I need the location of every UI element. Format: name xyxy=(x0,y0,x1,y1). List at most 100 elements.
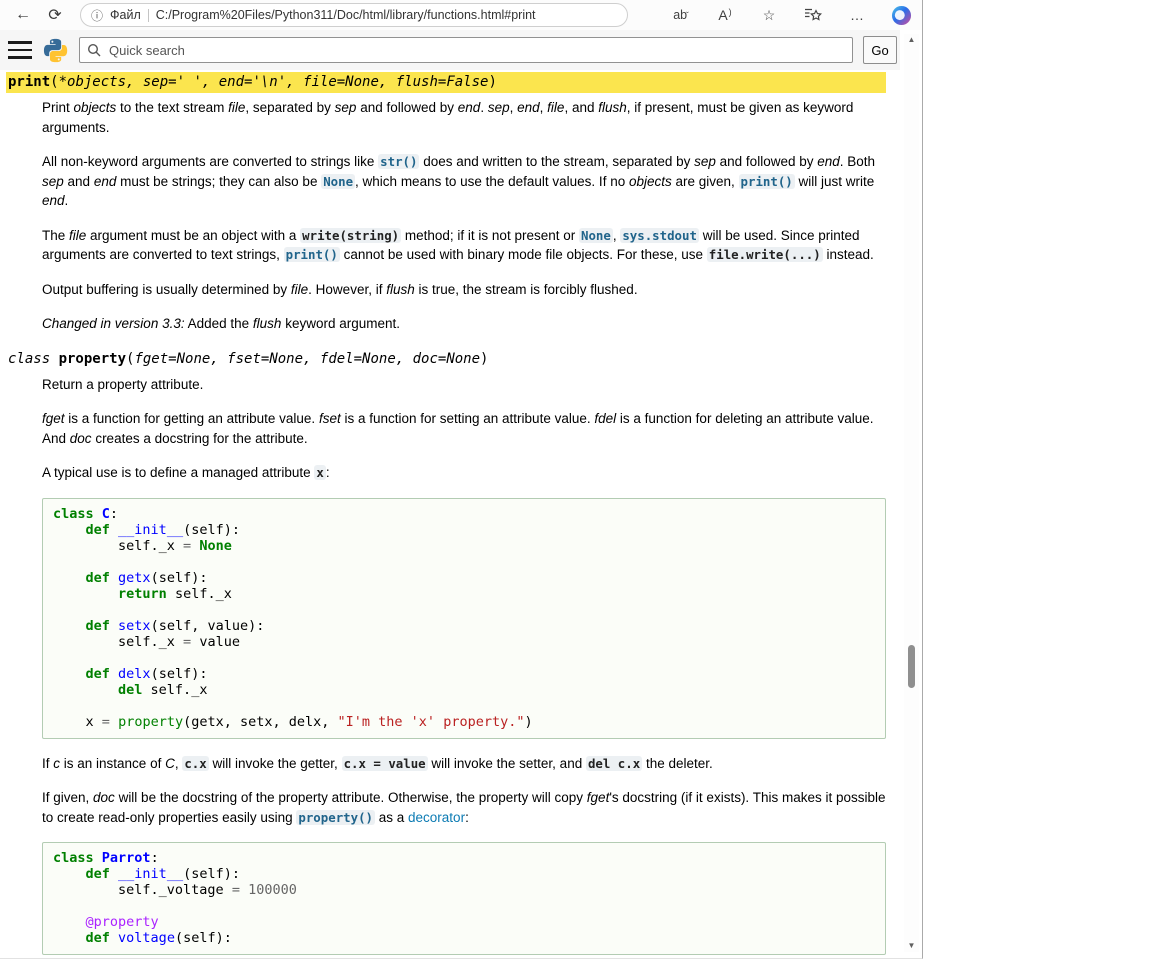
text-span: Return a property attribute. xyxy=(42,377,203,392)
text-span: will be the docstring of the property at… xyxy=(115,790,587,805)
collections-icon[interactable] xyxy=(803,4,823,26)
text-span: file xyxy=(291,282,308,297)
text-span: fset xyxy=(319,411,341,426)
text-span: ( xyxy=(50,74,58,90)
favorite-star-icon[interactable]: ☆ xyxy=(759,4,779,26)
text-span: class xyxy=(8,351,59,367)
more-menu-icon[interactable]: … xyxy=(847,4,867,26)
text-span: ) xyxy=(480,351,488,367)
text-span: property xyxy=(59,351,126,367)
text-span: argument must be an object with a xyxy=(86,228,300,243)
text-span: : xyxy=(326,465,330,480)
code-line: def voltage(self): xyxy=(53,930,875,946)
code-line xyxy=(53,602,875,618)
paragraph: All non-keyword arguments are converted … xyxy=(42,152,886,211)
print-function-entry: print(*objects, sep=' ', end='\n', file=… xyxy=(6,72,886,334)
text-span: is true, the stream is forcibly flushed. xyxy=(415,282,638,297)
translate-icon[interactable]: abˇ xyxy=(671,4,691,26)
text-span: fdel xyxy=(594,411,616,426)
paragraph: A typical use is to define a managed att… xyxy=(42,463,886,483)
code-line: def __init__(self): xyxy=(53,522,875,538)
text-span: instead. xyxy=(823,247,874,262)
back-button[interactable]: ← xyxy=(10,3,36,27)
go-button[interactable]: Go xyxy=(863,36,897,64)
text-span: write(string) xyxy=(300,228,401,243)
url-text: C:/Program%20Files/Python311/Doc/html/li… xyxy=(156,8,536,22)
text-span: *objects, sep=' ', end='\n', file=None, … xyxy=(59,74,489,90)
code-line: def getx(self): xyxy=(53,570,875,586)
text-span: end xyxy=(94,174,117,189)
text-span: del c.x xyxy=(586,756,642,771)
code-line: class C: xyxy=(53,506,875,522)
text-span: Output buffering is usually determined b… xyxy=(42,282,291,297)
copilot-icon[interactable] xyxy=(891,4,912,26)
code-line: self._x = value xyxy=(53,634,875,650)
text-span: doc xyxy=(93,790,115,805)
inline-code-link[interactable]: None xyxy=(579,228,613,243)
paragraph: If c is an instance of C, c.x will invok… xyxy=(42,754,886,774)
text-span: and followed by xyxy=(356,100,457,115)
text-span: file xyxy=(547,100,564,115)
inline-code-link[interactable]: None xyxy=(321,174,355,189)
read-aloud-icon[interactable]: A) xyxy=(715,4,735,26)
code-block-class-parrot: class Parrot: def __init__(self): self._… xyxy=(42,842,886,955)
code-line: del self._x xyxy=(53,682,875,698)
inline-code-link[interactable]: str() xyxy=(378,154,419,169)
text-span: and xyxy=(64,174,94,189)
text-span: cannot be used with binary mode file obj… xyxy=(340,247,707,262)
text-span: The xyxy=(42,228,69,243)
text-span: If given, xyxy=(42,790,93,805)
text-span: is a function for getting an attribute v… xyxy=(65,411,319,426)
scrollbar-thumb[interactable] xyxy=(908,645,915,688)
text-span: print xyxy=(8,74,50,90)
text-span: objects xyxy=(629,174,672,189)
text-span: does and written to the stream, separate… xyxy=(419,154,694,169)
scroll-down-button[interactable]: ▼ xyxy=(904,940,919,952)
code-line: def delx(self): xyxy=(53,666,875,682)
python-logo[interactable] xyxy=(42,37,69,64)
hamburger-bar xyxy=(8,41,32,44)
hamburger-menu-icon[interactable] xyxy=(8,41,32,59)
text-span: c xyxy=(53,756,60,771)
text-span: will just write xyxy=(795,174,875,189)
vertical-scrollbar[interactable]: ▲ ▼ xyxy=(904,34,919,952)
inline-code-link[interactable]: property() xyxy=(296,810,375,825)
text-span: C xyxy=(165,756,175,771)
inline-code-link[interactable]: sys.stdout xyxy=(620,228,699,243)
text-link[interactable]: decorator xyxy=(408,810,465,825)
text-span: c.x = value xyxy=(342,756,428,771)
paragraph: The file argument must be an object with… xyxy=(42,226,886,265)
inline-code-link[interactable]: print() xyxy=(739,174,795,189)
page-info-icon[interactable]: ⓘ xyxy=(91,7,103,24)
scrollbar-track[interactable] xyxy=(904,46,919,940)
text-span: sep xyxy=(694,154,716,169)
text-span: method; if it is not present or xyxy=(401,228,579,243)
code-block-class-c: class C: def __init__(self): self._x = N… xyxy=(42,498,886,739)
search-box xyxy=(79,37,853,63)
code-line: def setx(self, value): xyxy=(53,618,875,634)
inline-code-link[interactable]: print() xyxy=(284,247,340,262)
search-input[interactable] xyxy=(107,42,845,59)
text-span: All non-keyword arguments are converted … xyxy=(42,154,378,169)
text-span: , separated by xyxy=(245,100,334,115)
code-line: return self._x xyxy=(53,586,875,602)
text-span: . xyxy=(65,193,69,208)
text-span: A typical use is to define a managed att… xyxy=(42,465,314,480)
address-bar[interactable]: ⓘ Файл C:/Program%20Files/Python311/Doc/… xyxy=(80,3,628,27)
text-span: Added the xyxy=(185,316,253,331)
scroll-up-button[interactable]: ▲ xyxy=(904,34,919,46)
text-span: c.x xyxy=(182,756,208,771)
print-description: Print objects to the text stream file, s… xyxy=(42,98,886,334)
text-span: end xyxy=(517,100,540,115)
text-span: sep xyxy=(42,174,64,189)
docs-topbar: Go xyxy=(0,30,900,70)
refresh-button[interactable]: ⟳ xyxy=(42,3,68,27)
text-span: keyword argument. xyxy=(281,316,400,331)
toolbar-icons: abˇ A) ☆ … xyxy=(671,4,912,26)
code-line xyxy=(53,650,875,666)
code-line: def __init__(self): xyxy=(53,866,875,882)
text-span: Changed in version 3.3: xyxy=(42,316,185,331)
text-span: is a function for setting an attribute v… xyxy=(341,411,595,426)
browser-window: ← ⟳ ⓘ Файл C:/Program%20Files/Python311/… xyxy=(0,0,923,959)
text-span: will invoke the getter, xyxy=(209,756,342,771)
